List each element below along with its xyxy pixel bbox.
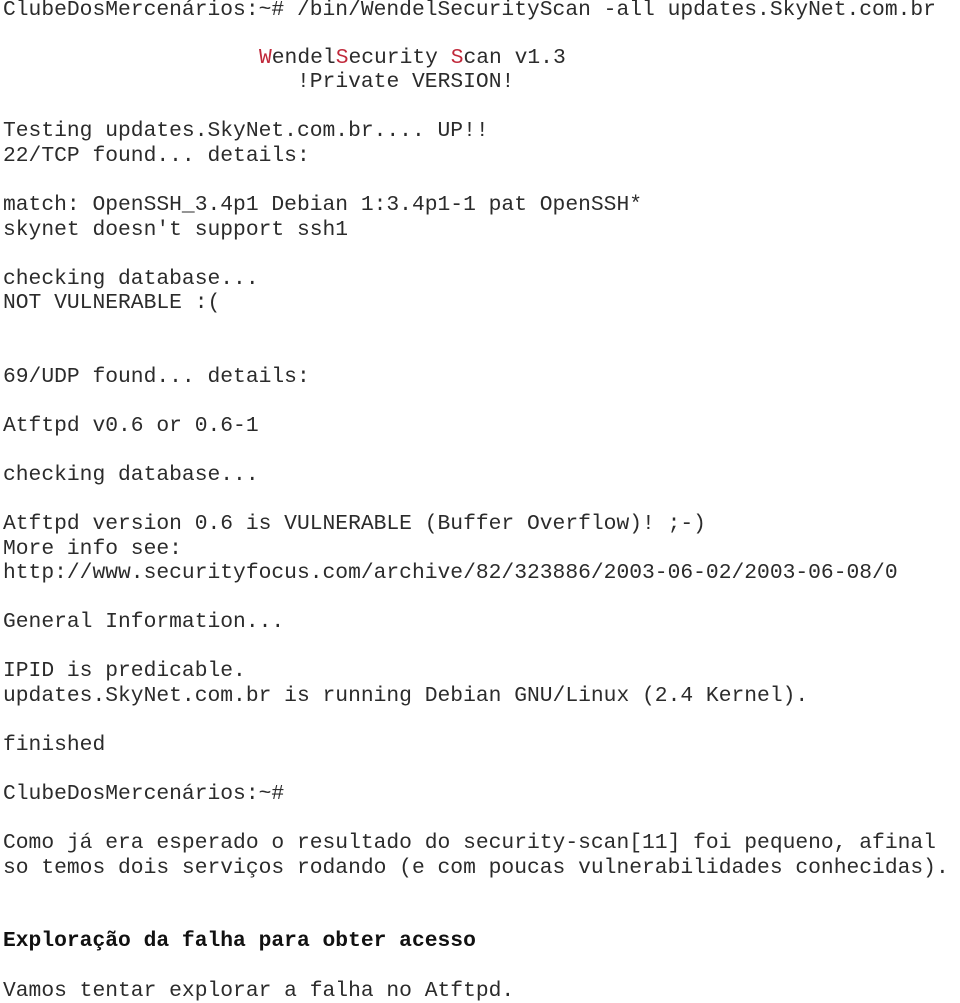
ipid-line: IPID is predicable. (3, 659, 246, 683)
banner-title-text: endel (271, 46, 336, 70)
banner-accent-letter: W (259, 46, 272, 70)
checking-database-line: checking database... (3, 267, 259, 291)
paragraph-line: Como já era esperado o resultado do secu… (3, 831, 936, 855)
vulnerable-line: Atftpd version 0.6 is VULNERABLE (Buffer… (3, 512, 706, 536)
general-info-line: General Information... (3, 610, 285, 634)
closing-line: Vamos tentar explorar a falha no Atftpd. (3, 979, 515, 1003)
tcp-found-line: 22/TCP found... details: (3, 144, 310, 168)
advisory-url: http://www.securityfocus.com/archive/82/… (3, 561, 898, 585)
ssh1-line: skynet doesn't support ssh1 (3, 218, 349, 242)
command-prompt-line: ClubeDosMercenários:~# /bin/WendelSecuri… (3, 0, 936, 22)
os-detection-line: updates.SkyNet.com.br is running Debian … (3, 684, 809, 708)
banner-title-text: can v1.3 (463, 46, 566, 70)
testing-line: Testing updates.SkyNet.com.br.... UP!! (3, 119, 489, 143)
section-heading: Exploração da falha para obter acesso (3, 929, 476, 953)
udp-found-line: 69/UDP found... details: (3, 365, 310, 389)
banner-title-text: ecurity (348, 46, 451, 70)
paragraph-line: so temos dois serviços rodando (e com po… (3, 856, 949, 880)
match-line: match: OpenSSH_3.4p1 Debian 1:3.4p1-1 pa… (3, 193, 643, 217)
banner-accent-letter: S (335, 46, 349, 70)
final-prompt-line: ClubeDosMercenários:~# (3, 782, 285, 806)
banner-title: WendelSecurity Scan v1.3 (259, 46, 566, 70)
atftpd-version-line: Atftpd v0.6 or 0.6-1 (3, 414, 259, 438)
more-info-line: More info see: (3, 537, 182, 561)
banner-accent-letter: S (450, 46, 464, 70)
finished-line: finished (3, 733, 106, 757)
checking-database-line: checking database... (3, 463, 259, 487)
banner-subtitle: !Private VERSION! (297, 70, 515, 94)
not-vulnerable-line: NOT VULNERABLE :( (3, 291, 221, 315)
